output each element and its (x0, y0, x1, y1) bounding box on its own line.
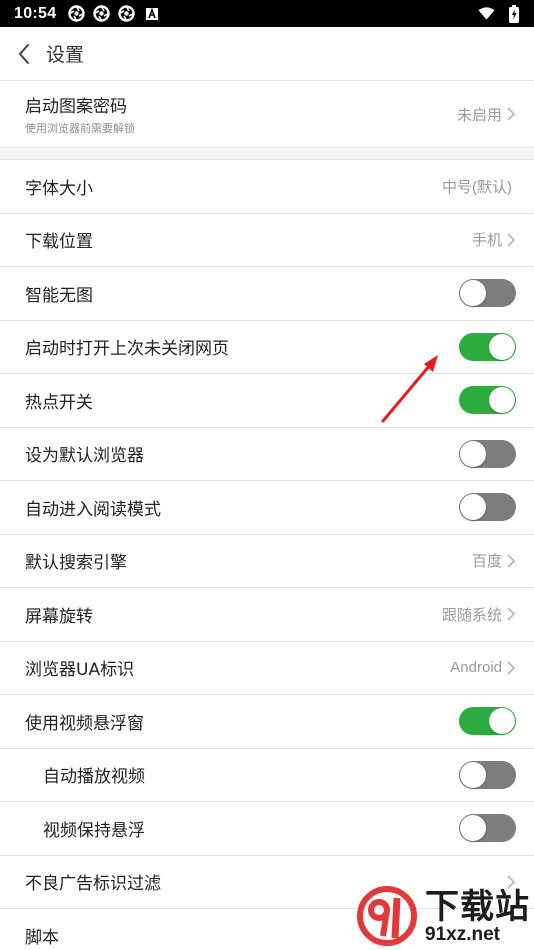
setting-label: 智能无图 (25, 285, 93, 306)
toggle-knob (489, 708, 515, 735)
toggle-knob (489, 387, 515, 414)
setting-value: Android (450, 659, 502, 677)
setting-label: 默认搜索引擎 (25, 553, 127, 574)
toggle-knob (460, 815, 486, 842)
app-notification-icon (118, 5, 136, 22)
page-title: 设置 (46, 44, 85, 66)
chevron-right-icon (506, 606, 516, 622)
app-notification-icon (93, 5, 111, 22)
toggle-knob (460, 440, 486, 467)
setting-row-font-size[interactable]: 字体大小 中号(默认) (0, 160, 534, 214)
status-bar: 10:54 (0, 0, 534, 27)
setting-label: 热点开关 (25, 392, 93, 413)
section-divider (0, 148, 534, 160)
setting-value: 百度 (471, 553, 502, 571)
setting-row-keep-float: 视频保持悬浮 (0, 802, 534, 856)
watermark-logo-icon (357, 886, 417, 946)
watermark-title: 下载站 (425, 887, 530, 927)
chevron-right-icon (506, 553, 516, 569)
setting-label: 屏幕旋转 (25, 606, 93, 627)
setting-label: 字体大小 (25, 178, 93, 199)
toggle-switch[interactable] (459, 493, 516, 522)
watermark-domain: 91xz.net (425, 924, 500, 945)
setting-label: 自动进入阅读模式 (25, 499, 161, 520)
setting-row-reading-mode: 自动进入阅读模式 (0, 481, 534, 535)
toggle-switch[interactable] (459, 332, 516, 361)
setting-value: 跟随系统 (441, 606, 502, 624)
text-notification-icon (143, 5, 160, 22)
setting-label: 设为默认浏览器 (25, 446, 144, 467)
setting-row-download-location[interactable]: 下载位置 手机 (0, 213, 534, 267)
setting-value: 手机 (471, 232, 502, 250)
setting-row-user-agent[interactable]: 浏览器UA标识 Android (0, 641, 534, 695)
setting-label: 视频保持悬浮 (43, 820, 145, 841)
setting-row-restore-tabs: 启动时打开上次未关闭网页 (0, 320, 534, 374)
wifi-icon (478, 5, 495, 22)
setting-row-screen-rotation[interactable]: 屏幕旋转 跟随系统 (0, 588, 534, 642)
setting-label: 浏览器UA标识 (25, 660, 135, 681)
chevron-right-icon (506, 660, 516, 676)
setting-label: 使用视频悬浮窗 (25, 713, 144, 734)
chevron-right-icon (506, 106, 516, 122)
toggle-switch[interactable] (459, 386, 516, 415)
setting-row-hotspot: 热点开关 (0, 374, 534, 428)
setting-label: 自动播放视频 (43, 767, 145, 788)
toggle-switch[interactable] (459, 760, 516, 789)
toggle-knob (489, 333, 515, 360)
setting-row-default-browser: 设为默认浏览器 (0, 427, 534, 481)
setting-label: 下载位置 (25, 232, 93, 253)
toggle-knob (460, 494, 486, 521)
setting-label: 启动时打开上次未关闭网页 (25, 339, 229, 360)
watermark: 下载站 91xz.net (357, 886, 530, 948)
status-time: 10:54 (14, 4, 57, 22)
setting-row-pattern-password[interactable]: 启动图案密码 使用浏览器前需要解锁 未启用 (0, 81, 534, 148)
app-notification-icon (68, 5, 86, 22)
toggle-switch[interactable] (459, 279, 516, 308)
setting-row-search-engine[interactable]: 默认搜索引擎 百度 (0, 534, 534, 588)
toggle-switch[interactable] (459, 814, 516, 843)
battery-icon (505, 4, 522, 23)
setting-label: 启动图案密码 (25, 97, 127, 117)
setting-row-smart-no-image: 智能无图 (0, 267, 534, 321)
setting-value: 未启用 (456, 106, 502, 124)
title-bar: 设置 (0, 27, 534, 81)
toggle-knob (460, 761, 486, 788)
back-button[interactable] (2, 27, 46, 81)
setting-row-autoplay-video: 自动播放视频 (0, 748, 534, 802)
toggle-switch[interactable] (459, 707, 516, 736)
setting-value: 中号(默认) (442, 178, 512, 196)
setting-row-video-float: 使用视频悬浮窗 (0, 695, 534, 749)
toggle-knob (460, 280, 486, 307)
toggle-switch[interactable] (459, 439, 516, 468)
chevron-right-icon (506, 232, 516, 248)
setting-sublabel: 使用浏览器前需要解锁 (25, 122, 135, 135)
chevron-left-icon (19, 43, 29, 64)
